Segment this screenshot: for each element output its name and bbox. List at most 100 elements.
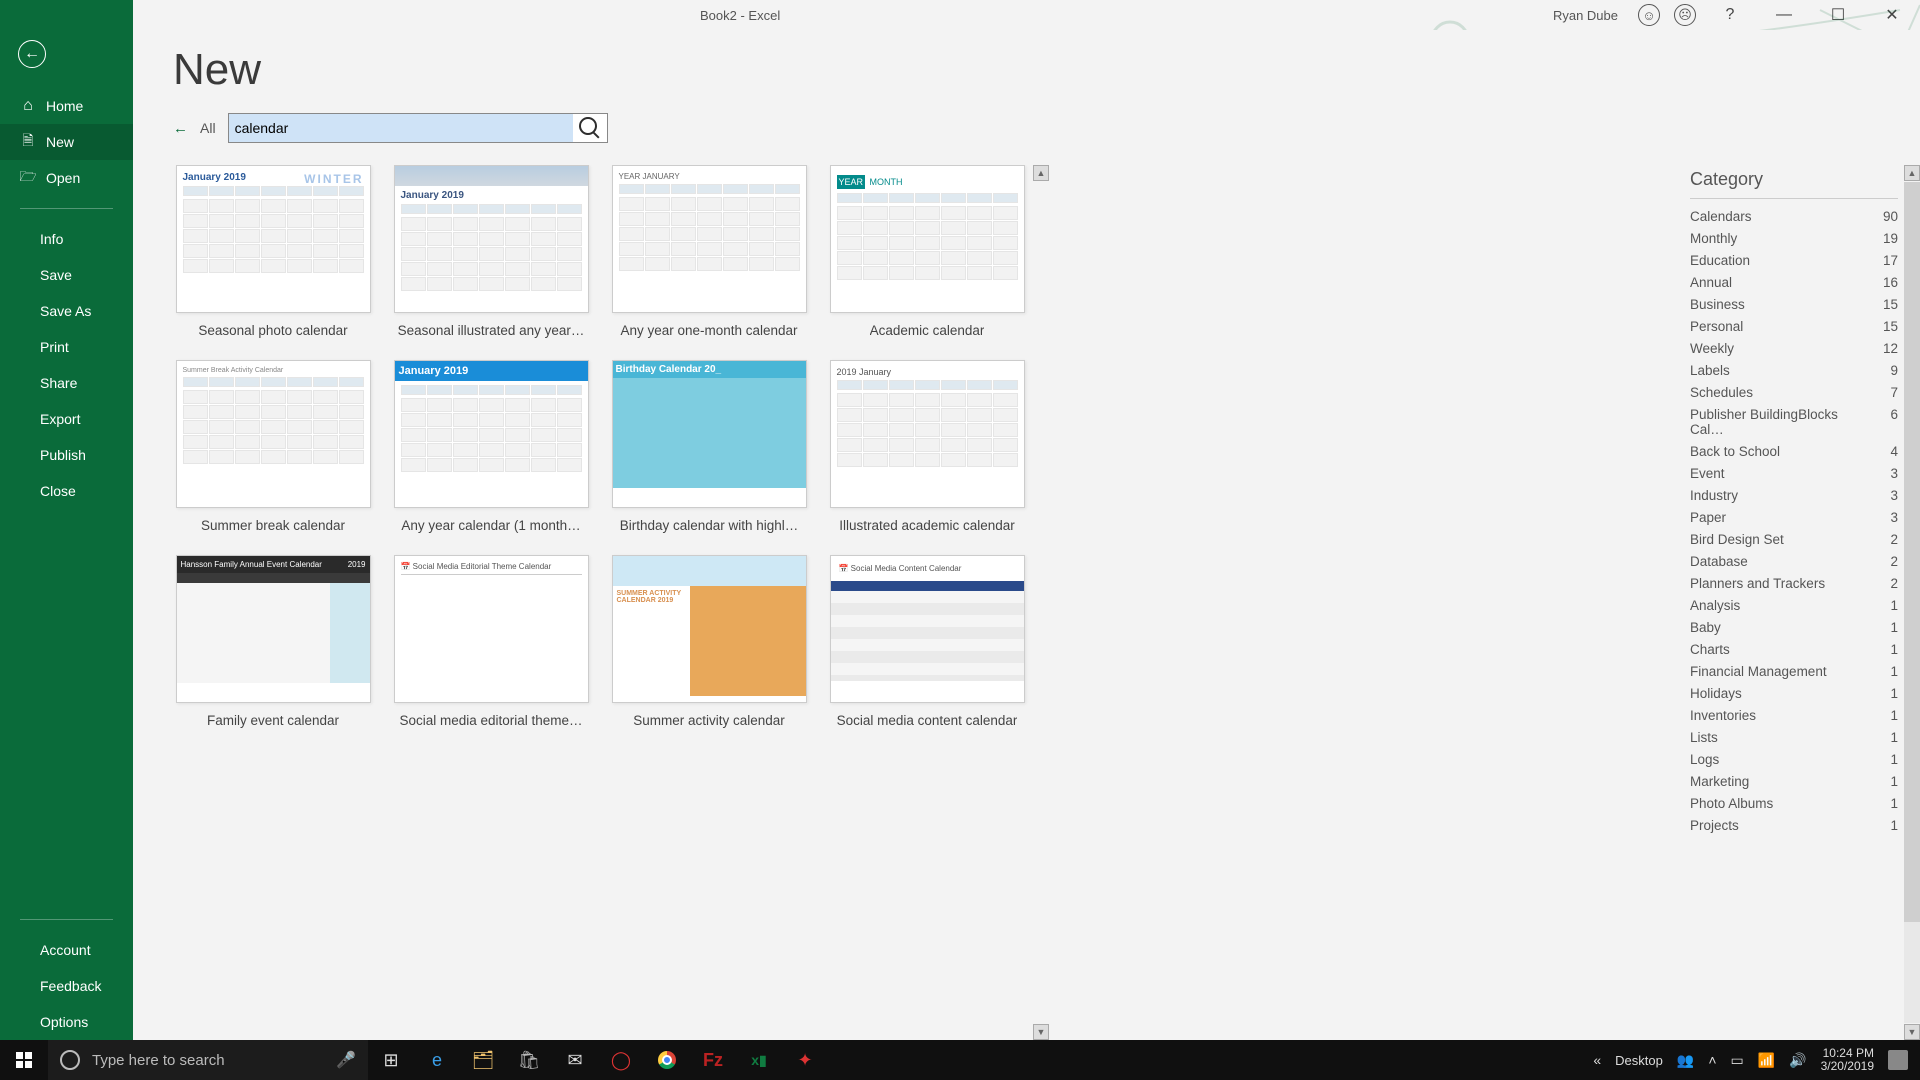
- microphone-icon[interactable]: 🎤: [336, 1050, 356, 1070]
- search-input[interactable]: [229, 114, 573, 142]
- category-item[interactable]: Charts1: [1690, 638, 1898, 660]
- taskbar-search[interactable]: Type here to search 🎤: [48, 1040, 368, 1080]
- category-item[interactable]: Weekly12: [1690, 337, 1898, 359]
- category-item[interactable]: Education17: [1690, 249, 1898, 271]
- sidebar-item-save-as[interactable]: Save As: [0, 293, 133, 329]
- search-button[interactable]: [573, 114, 607, 142]
- sidebar-item-close[interactable]: Close: [0, 473, 133, 509]
- sidebar-item-home[interactable]: Home: [0, 88, 133, 124]
- microsoft-store-icon[interactable]: 🛍: [506, 1040, 552, 1080]
- tray-desktop-label[interactable]: Desktop: [1615, 1053, 1663, 1068]
- category-item[interactable]: Event3: [1690, 462, 1898, 484]
- show-hidden-icons[interactable]: «: [1593, 1052, 1601, 1068]
- template-thumbnail: Hansson Family Annual Event Calendar 201…: [176, 555, 371, 703]
- sidebar-item-open[interactable]: Open: [0, 160, 133, 196]
- template-card[interactable]: Summer Break Activity CalendarSummer bre…: [173, 360, 373, 533]
- feedback-smile-icon[interactable]: ☺: [1638, 4, 1660, 26]
- filezilla-icon[interactable]: Fz: [690, 1040, 736, 1080]
- mail-icon[interactable]: ✉: [552, 1040, 598, 1080]
- category-item[interactable]: Back to School4: [1690, 440, 1898, 462]
- grid-scroll-down[interactable]: ▼: [1033, 1024, 1049, 1040]
- tray-clock[interactable]: 10:24 PM 3/20/2019: [1821, 1047, 1874, 1073]
- template-card[interactable]: SUMMER ACTIVITY CALENDAR 2019Summer acti…: [609, 555, 809, 728]
- category-name: Event: [1690, 466, 1725, 481]
- category-item[interactable]: Analysis1: [1690, 594, 1898, 616]
- battery-icon[interactable]: ▭: [1731, 1052, 1744, 1069]
- category-item[interactable]: Publisher BuildingBlocks Cal…6: [1690, 403, 1898, 440]
- excel-icon[interactable]: x▮: [736, 1040, 782, 1080]
- sidebar-item-publish[interactable]: Publish: [0, 437, 133, 473]
- template-card[interactable]: Hansson Family Annual Event Calendar 201…: [173, 555, 373, 728]
- search-back-icon[interactable]: ←: [173, 120, 188, 137]
- category-item[interactable]: Baby1: [1690, 616, 1898, 638]
- template-card[interactable]: 📅 Social Media Editorial Theme CalendarS…: [391, 555, 591, 728]
- category-item[interactable]: Annual16: [1690, 271, 1898, 293]
- category-item[interactable]: Schedules7: [1690, 381, 1898, 403]
- category-item[interactable]: Holidays1: [1690, 682, 1898, 704]
- sidebar-item-info[interactable]: Info: [0, 221, 133, 257]
- sidebar-item-save[interactable]: Save: [0, 257, 133, 293]
- template-card[interactable]: January 2019 WINTERSeasonal photo calend…: [173, 165, 373, 338]
- category-item[interactable]: Personal15: [1690, 315, 1898, 337]
- category-item[interactable]: Business15: [1690, 293, 1898, 315]
- action-center-icon[interactable]: [1888, 1050, 1908, 1070]
- people-icon[interactable]: 👥: [1677, 1052, 1694, 1069]
- edge-icon[interactable]: e: [414, 1040, 460, 1080]
- category-item[interactable]: Photo Albums1: [1690, 792, 1898, 814]
- category-item[interactable]: Bird Design Set2: [1690, 528, 1898, 550]
- start-button[interactable]: [0, 1040, 48, 1080]
- user-name[interactable]: Ryan Dube: [1553, 8, 1618, 23]
- category-item[interactable]: Projects1: [1690, 814, 1898, 836]
- help-button[interactable]: ?: [1710, 2, 1750, 28]
- scroll-thumb[interactable]: [1904, 182, 1920, 922]
- file-explorer-icon[interactable]: 🗂: [460, 1040, 506, 1080]
- category-item[interactable]: Inventories1: [1690, 704, 1898, 726]
- maximize-button[interactable]: ☐: [1818, 2, 1858, 28]
- category-item[interactable]: Planners and Trackers2: [1690, 572, 1898, 594]
- category-scrollbar[interactable]: ▲ ▼: [1904, 165, 1920, 1040]
- category-item[interactable]: Database2: [1690, 550, 1898, 572]
- search-scope-all[interactable]: All: [200, 120, 216, 136]
- category-item[interactable]: Monthly19: [1690, 227, 1898, 249]
- scroll-up-icon[interactable]: ▲: [1904, 165, 1920, 181]
- search-icon: [579, 117, 597, 135]
- back-button[interactable]: ←: [18, 40, 46, 68]
- sidebar-item-export[interactable]: Export: [0, 401, 133, 437]
- app-icon[interactable]: ✦: [782, 1040, 828, 1080]
- chevron-up-icon[interactable]: ˄: [1708, 1052, 1716, 1068]
- grid-scroll-up[interactable]: ▲: [1033, 165, 1049, 181]
- category-count: 12: [1874, 341, 1898, 356]
- category-item[interactable]: Industry3: [1690, 484, 1898, 506]
- template-card[interactable]: YEAR MONTHAcademic calendar: [827, 165, 1027, 338]
- sidebar-item-new[interactable]: New: [0, 124, 133, 160]
- sidebar-item-feedback[interactable]: Feedback: [0, 968, 133, 1004]
- chrome-icon[interactable]: [644, 1040, 690, 1080]
- sidebar-item-options[interactable]: Options: [0, 1004, 133, 1040]
- category-item[interactable]: Lists1: [1690, 726, 1898, 748]
- feedback-frown-icon[interactable]: ☹: [1674, 4, 1696, 26]
- template-card[interactable]: YEAR JANUARYAny year one-month calendar: [609, 165, 809, 338]
- template-card[interactable]: 📅 Social Media Content CalendarSocial me…: [827, 555, 1027, 728]
- vivaldi-icon[interactable]: ◯: [598, 1040, 644, 1080]
- category-item[interactable]: Logs1: [1690, 748, 1898, 770]
- sidebar-item-print[interactable]: Print: [0, 329, 133, 365]
- category-item[interactable]: Labels9: [1690, 359, 1898, 381]
- minimize-button[interactable]: —: [1764, 2, 1804, 28]
- template-card[interactable]: 2019 JanuaryIllustrated academic calenda…: [827, 360, 1027, 533]
- template-card[interactable]: January 2019Any year calendar (1 month…: [391, 360, 591, 533]
- task-view-button[interactable]: ⊞: [368, 1040, 414, 1080]
- category-item[interactable]: Calendars90: [1690, 205, 1898, 227]
- template-card[interactable]: Birthday Calendar 20_Birthday calendar w…: [609, 360, 809, 533]
- category-count: 2: [1874, 554, 1898, 569]
- template-card[interactable]: January 2019Seasonal illustrated any yea…: [391, 165, 591, 338]
- category-item[interactable]: Marketing1: [1690, 770, 1898, 792]
- close-button[interactable]: ✕: [1872, 2, 1912, 28]
- wifi-icon[interactable]: 📶: [1758, 1052, 1775, 1069]
- category-item[interactable]: Paper3: [1690, 506, 1898, 528]
- scroll-track[interactable]: [1904, 182, 1920, 1023]
- sidebar-item-account[interactable]: Account: [0, 932, 133, 968]
- sidebar-item-share[interactable]: Share: [0, 365, 133, 401]
- scroll-down-icon[interactable]: ▼: [1904, 1024, 1920, 1040]
- volume-icon[interactable]: 🔊: [1789, 1052, 1806, 1069]
- category-item[interactable]: Financial Management1: [1690, 660, 1898, 682]
